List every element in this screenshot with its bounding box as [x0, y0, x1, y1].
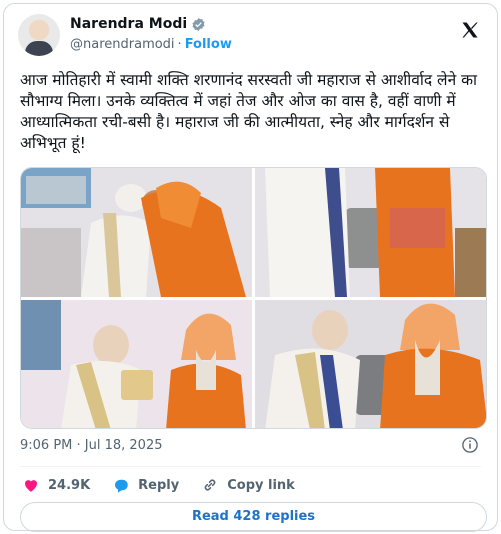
photo-2-image: [255, 168, 486, 297]
copy-link-button[interactable]: Copy link: [201, 476, 295, 494]
verified-badge-icon: [192, 17, 205, 31]
tweet-card: Narendra Modi @narendramodi · Follow आज …: [3, 3, 498, 532]
action-bar: 24.9K Reply Copy link: [22, 476, 317, 494]
author-name[interactable]: Narendra Modi: [70, 16, 187, 32]
separator-dot: ·: [177, 37, 182, 52]
handle-line: @narendramodi · Follow: [70, 37, 232, 52]
reply-label: Reply: [138, 477, 180, 493]
tweet-header: Narendra Modi @narendramodi · Follow: [18, 12, 484, 62]
photo-4-image: [255, 300, 486, 428]
divider: [20, 466, 481, 467]
like-count: 24.9K: [48, 477, 91, 493]
photo-1[interactable]: [21, 168, 252, 297]
x-logo-icon[interactable]: [460, 20, 480, 40]
avatar[interactable]: [18, 14, 60, 56]
reply-button[interactable]: Reply: [112, 476, 179, 494]
author-handle[interactable]: @narendramodi: [70, 37, 175, 52]
heart-icon: [25, 480, 37, 492]
reply-icon: [115, 479, 128, 493]
photo-3-image: [21, 300, 252, 428]
follow-button[interactable]: Follow: [185, 37, 232, 52]
link-icon: [204, 479, 216, 491]
author-name-line: Narendra Modi: [70, 16, 206, 32]
photo-1-image: [21, 168, 252, 297]
photo-2[interactable]: [255, 168, 486, 297]
like-button[interactable]: 24.9K: [22, 476, 90, 494]
copy-link-label: Copy link: [227, 477, 295, 493]
timestamp[interactable]: 9:06 PM · Jul 18, 2025: [20, 438, 163, 453]
info-icon[interactable]: [461, 436, 479, 454]
photo-4[interactable]: [255, 300, 486, 428]
read-replies-button[interactable]: Read 428 replies: [20, 502, 487, 532]
photo-3[interactable]: [21, 300, 252, 428]
media-grid: [20, 167, 487, 429]
tweet-text: आज मोतिहारी में स्वामी शक्ति शरणानंद सरस…: [20, 71, 478, 152]
